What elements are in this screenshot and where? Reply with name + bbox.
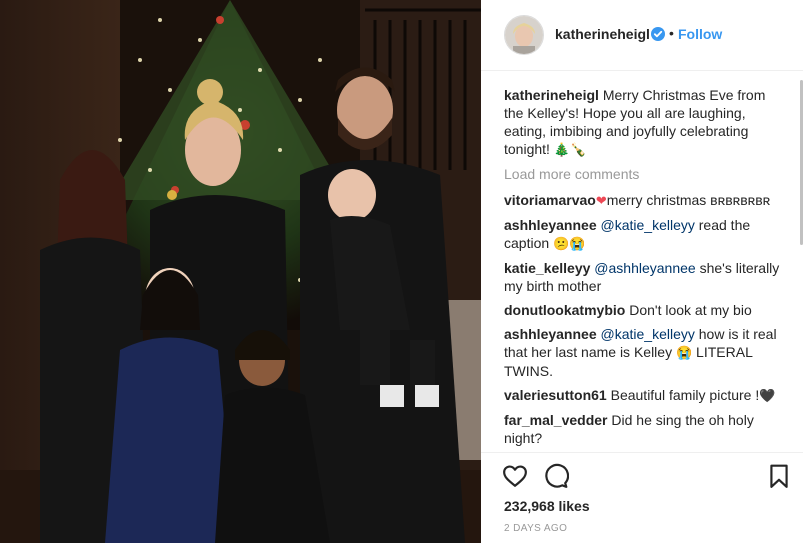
comment-emoji: ❤ (595, 193, 607, 208)
caption-username[interactable]: katherineheigl (504, 87, 599, 103)
comment-text: Beautiful family picture ! (610, 387, 760, 403)
comment-emoji: 😕😭 (553, 236, 586, 251)
comment-username[interactable]: katie_kelleyy (504, 260, 590, 276)
post-sidebar: katherineheigl • Follow katherineheigl M… (481, 0, 803, 543)
likes-count[interactable]: 232,968 likes (504, 498, 590, 514)
comment-username[interactable]: ashhleyannee (504, 326, 597, 342)
comment-icon[interactable] (543, 463, 569, 489)
comment-username[interactable]: vitoriamarvao (504, 192, 596, 208)
load-more-comments-button[interactable]: Load more comments (504, 165, 784, 183)
verified-badge-icon (651, 27, 665, 41)
comment-mention[interactable]: @katie_kelleyy (601, 326, 695, 342)
comment-username[interactable]: donutlookatmybio (504, 302, 625, 318)
comment-mention[interactable]: @katie_kelleyy (601, 217, 695, 233)
comment-item: donutlookatmybio Don't look at my bio (504, 301, 784, 319)
instagram-post: katherineheigl • Follow katherineheigl M… (0, 0, 803, 543)
comment-text: Don't look at my bio (629, 302, 752, 318)
comment-emoji: 🖤 (759, 388, 776, 403)
comment-username[interactable]: far_mal_vedder (504, 412, 608, 428)
caption: katherineheigl Merry Christmas Eve from … (504, 86, 784, 159)
header-separator: • (669, 25, 674, 41)
avatar-image (505, 16, 543, 54)
follow-button[interactable]: Follow (678, 26, 722, 42)
avatar[interactable] (504, 15, 544, 55)
header-username[interactable]: katherineheigl (555, 26, 650, 42)
comment-mention[interactable]: @ashhleyannee (594, 260, 695, 276)
comment-text: merry christmas ʙʀʙʀʙʀʙʀ (606, 192, 771, 208)
comment-item: vitoriamarvao❤merry christmas ʙʀʙʀʙʀʙʀ (504, 191, 784, 210)
comment-item: far_mal_vedder Did he sing the oh holy n… (504, 411, 784, 447)
comment-username[interactable]: valeriesutton61 (504, 387, 607, 403)
comment-emoji: 😭 (675, 345, 693, 360)
comment-item: ashhleyannee @katie_kelleyy read the cap… (504, 216, 784, 253)
post-actions: 232,968 likes 2 DAYS AGO (481, 452, 803, 544)
comment-item: katie_kelleyy @ashhleyannee she's litera… (504, 259, 784, 295)
heart-icon[interactable] (502, 463, 528, 489)
post-header: katherineheigl • Follow (481, 0, 803, 71)
comment-username[interactable]: ashhleyannee (504, 217, 597, 233)
post-photo[interactable] (0, 0, 481, 543)
family-christmas-photo (0, 0, 481, 543)
comments-list: katherineheigl Merry Christmas Eve from … (504, 86, 784, 454)
bookmark-icon[interactable] (766, 463, 792, 489)
post-timestamp: 2 DAYS AGO (504, 523, 568, 534)
comment-item: valeriesutton61 Beautiful family picture… (504, 386, 784, 405)
comment-item: ashhleyannee @katie_kelleyy how is it re… (504, 325, 784, 380)
caption-emoji: 🎄🍾 (553, 142, 587, 157)
